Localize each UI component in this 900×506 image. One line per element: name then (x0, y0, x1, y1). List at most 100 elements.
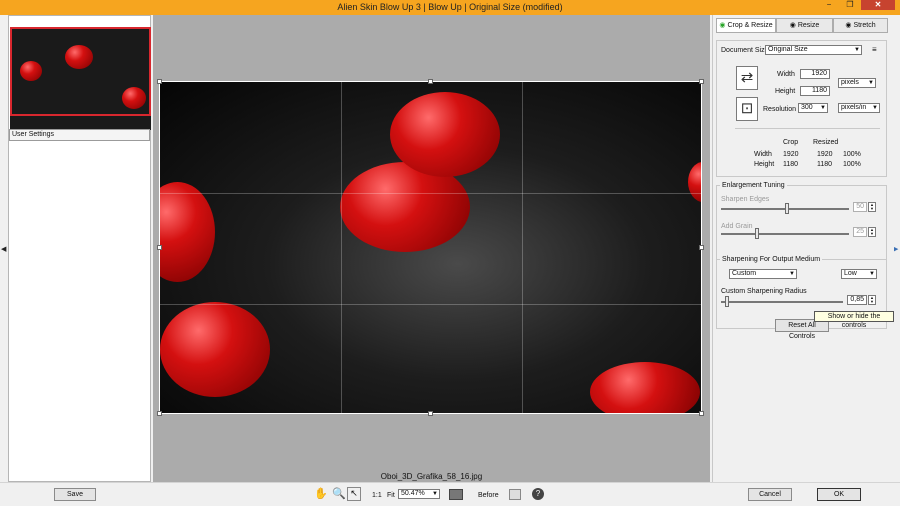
add-grain-thumb[interactable] (755, 228, 759, 239)
tab-crop-resize[interactable]: ◉ Crop & Resize (716, 18, 776, 33)
sharpen-edges-input[interactable]: 50 (853, 202, 867, 212)
crop-grid-line (341, 82, 342, 413)
add-grain-slider[interactable] (721, 233, 849, 235)
dropdown-arrow-icon: ▼ (869, 271, 875, 277)
close-button[interactable]: ✕ (861, 0, 895, 10)
resolution-value: 300 (801, 104, 813, 111)
minimize-button[interactable]: − (818, 0, 840, 10)
dropdown-arrow-icon: ▼ (872, 105, 878, 111)
crop-column-header: Crop (783, 139, 799, 146)
image-heart (688, 162, 701, 202)
table-cell: 100% (843, 151, 861, 158)
sharpening-amount-value: Low (844, 270, 857, 277)
menu-icon[interactable]: ≡ (872, 45, 877, 54)
tab-resize[interactable]: ◉ Resize (776, 18, 833, 33)
sharpening-amount-select[interactable]: Low ▼ (841, 269, 877, 279)
resolution-select[interactable]: 300 ▼ (798, 103, 828, 113)
radio-icon: ◉ (719, 22, 726, 29)
crop-handle-bottom[interactable] (428, 411, 433, 416)
image-heart (160, 302, 270, 397)
radio-icon: ◉ (845, 22, 852, 29)
crop-handle-top-left[interactable] (157, 79, 162, 84)
dropdown-arrow-icon: ▼ (820, 105, 826, 111)
sharpen-edges-spinner[interactable]: ▲ ▼ (868, 202, 876, 212)
crop-grid-line (522, 82, 523, 413)
zoom-tool-icon[interactable]: 🔍 (332, 487, 346, 500)
maximize-button[interactable]: ❐ (840, 0, 860, 10)
navigator-view-frame[interactable] (10, 27, 151, 116)
width-input[interactable]: 1920 (800, 69, 830, 79)
before-label[interactable]: Before (478, 492, 499, 499)
crop-to-fit-icon[interactable]: ⊡ (736, 97, 758, 121)
window-title: Alien Skin Blow Up 3 | Blow Up | Origina… (337, 2, 563, 12)
before-after-icon[interactable] (449, 489, 463, 500)
resolution-label: Resolution (763, 106, 797, 113)
tab-stretch[interactable]: ◉ Stretch (833, 18, 888, 33)
tab-label: Resize (797, 22, 820, 29)
table-row-label: Height (754, 161, 775, 168)
image-heart (590, 362, 700, 413)
sharpen-edges-thumb[interactable] (785, 203, 789, 214)
table-cell: 1180 (783, 161, 799, 168)
swap-orientation-icon[interactable]: ⇄ (736, 66, 758, 90)
document-size-group: Document Size Original Size ▼ ≡ ⇄ ⊡ Widt… (716, 40, 887, 177)
crop-handle-bottom-right[interactable] (699, 411, 704, 416)
user-settings-header[interactable]: User Settings (9, 129, 150, 141)
controls-panel: ◉ Crop & Resize ◉ Resize ◉ Stretch Docum… (712, 15, 894, 482)
one-to-one-button[interactable]: 1:1 (372, 492, 382, 499)
crop-handle-top-right[interactable] (699, 79, 704, 84)
navigator-panel: User Settings (8, 15, 151, 482)
add-grain-label: Add Grain (721, 223, 753, 230)
preview-image[interactable] (159, 81, 702, 414)
image-heart (160, 182, 215, 282)
unit-select[interactable]: pixels ▼ (838, 78, 876, 88)
sharpening-title: Sharpening For Output Medium (720, 256, 823, 263)
tab-label: Crop & Resize (727, 22, 773, 29)
radius-input[interactable]: 0,85 (847, 295, 867, 305)
select-tool-icon[interactable]: ↖ (347, 487, 361, 501)
radio-icon: ◉ (789, 22, 796, 29)
add-grain-input[interactable]: 25 (853, 227, 867, 237)
zoom-select[interactable]: 50.47% ▼ (398, 489, 440, 499)
tab-label: Stretch (853, 22, 876, 29)
crop-handle-top[interactable] (428, 79, 433, 84)
table-row-label: Width (754, 151, 772, 158)
tooltip: Show or hide the controls (814, 311, 894, 329)
crop-grid-line (160, 304, 701, 305)
resolution-unit-select[interactable]: pixels/in ▼ (838, 103, 880, 113)
output-medium-select[interactable]: Custom ▼ (729, 269, 797, 279)
height-input[interactable]: 1180 (800, 86, 830, 96)
table-cell: 1920 (783, 151, 799, 158)
split-view-icon[interactable] (509, 489, 521, 500)
dropdown-arrow-icon: ▼ (854, 47, 860, 53)
image-filename: Oboi_3D_Grafika_58_16.jpg (380, 472, 483, 481)
dropdown-arrow-icon: ▼ (868, 80, 874, 86)
crop-handle-left[interactable] (157, 245, 162, 250)
width-label: Width (777, 71, 795, 78)
document-size-select[interactable]: Original Size ▼ (765, 45, 862, 55)
zoom-value: 50.47% (401, 490, 425, 497)
fit-button[interactable]: Fit (387, 492, 395, 499)
resolution-unit-value: pixels/in (841, 104, 867, 111)
radius-slider[interactable] (721, 301, 843, 303)
radius-spinner[interactable]: ▲ ▼ (868, 295, 876, 305)
ok-button[interactable]: OK (817, 488, 861, 501)
add-grain-spinner[interactable]: ▲ ▼ (868, 227, 876, 237)
hand-tool-icon[interactable]: ✋ (314, 487, 328, 500)
navigator-thumbnail[interactable] (10, 27, 151, 130)
image-heart (390, 92, 500, 177)
crop-handle-bottom-left[interactable] (157, 411, 162, 416)
table-cell: 1920 (817, 151, 833, 158)
dropdown-arrow-icon: ▼ (432, 491, 438, 497)
table-cell: 100% (843, 161, 861, 168)
radius-thumb[interactable] (725, 296, 729, 307)
help-icon[interactable]: ? (532, 488, 544, 500)
enlargement-tuning-group: Enlargement Tuning Sharpen Edges 50 ▲ ▼ A… (716, 182, 887, 260)
cancel-button[interactable]: Cancel (748, 488, 792, 501)
crop-handle-right[interactable] (699, 245, 704, 250)
collapse-left-arrow-icon[interactable]: ◀ (1, 245, 6, 253)
image-canvas[interactable]: Oboi_3D_Grafika_58_16.jpg (153, 15, 710, 482)
title-bar: Alien Skin Blow Up 3 | Blow Up | Origina… (0, 0, 900, 15)
height-label: Height (775, 88, 796, 95)
save-button[interactable]: Save (54, 488, 96, 501)
